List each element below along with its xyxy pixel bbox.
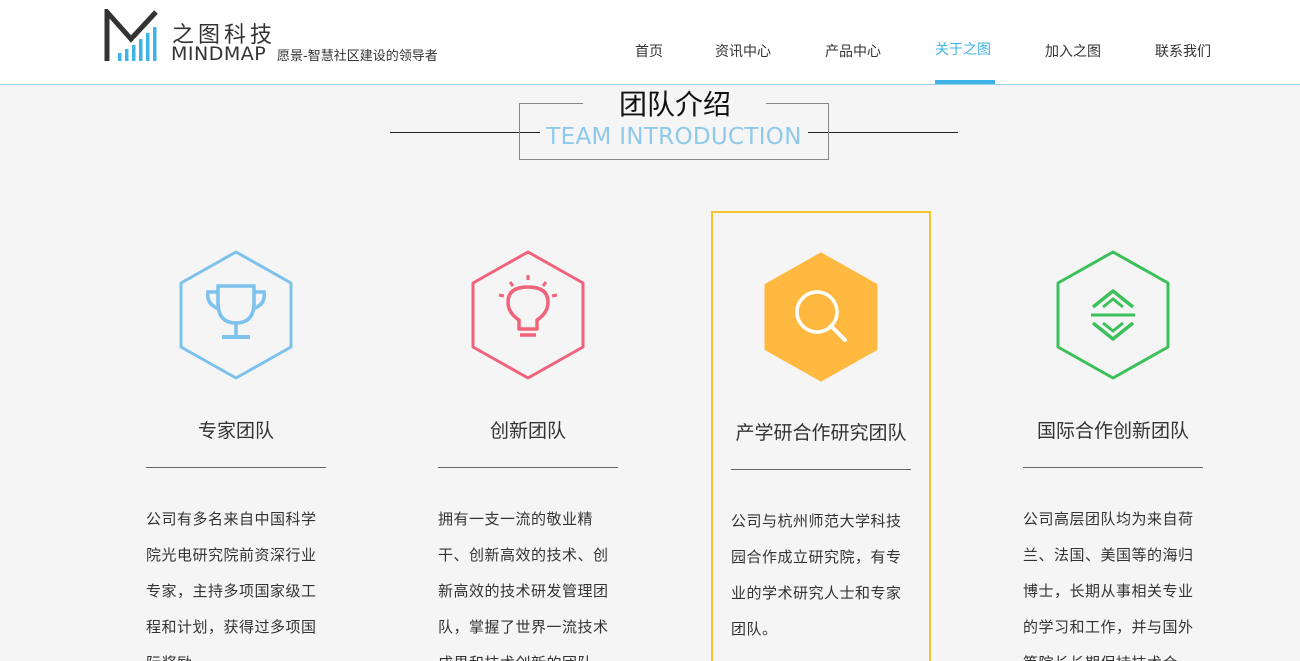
team-card-international[interactable]: 国际合作创新团队 公司高层团队均为来自荷兰、法国、美国等的海归博士，长期从事相关… bbox=[1023, 211, 1243, 661]
card-divider bbox=[731, 469, 911, 470]
card-divider bbox=[146, 467, 326, 468]
team-card-experts[interactable]: 专家团队 公司有多名来自中国科学院光电研究院前资深行业专家，主持多项国家级工程和… bbox=[146, 211, 366, 661]
card-description: 公司与杭州师范大学科技园合作成立研究院，有专业的学术研究人士和专家团队。 bbox=[731, 512, 902, 638]
title-rule-right bbox=[808, 132, 958, 133]
logo[interactable]: 之图科技 MINDMAP 愿景-智慧社区建设的领导者 bbox=[104, 8, 464, 72]
card-description: 公司高层团队均为来自荷兰、法国、美国等的海归博士，长期从事相关专业的学习和工作，… bbox=[1023, 510, 1194, 661]
nav-item-join[interactable]: 加入之图 bbox=[1045, 43, 1101, 61]
card-title: 国际合作创新团队 bbox=[1036, 420, 1189, 442]
nav-active-indicator bbox=[935, 80, 995, 84]
nav-item-news[interactable]: 资讯中心 bbox=[715, 43, 771, 61]
section-title: 团队介绍 bbox=[618, 88, 731, 121]
site-header: 之图科技 MINDMAP 愿景-智慧社区建设的领导者 首页 资讯中心 产品中心 … bbox=[0, 0, 1300, 85]
brand-name-en: MINDMAP bbox=[171, 43, 267, 65]
mindmap-logo-icon bbox=[104, 9, 158, 61]
card-description: 公司有多名来自中国科学院光电研究院前资深行业专家，主持多项国家级工程和计划，获得… bbox=[146, 510, 317, 661]
card-title: 专家团队 bbox=[197, 420, 274, 442]
team-card-innovation[interactable]: 创新团队 拥有一支一流的敬业精干、创新高效的技术、创新高效的技术研发管理团队，掌… bbox=[438, 211, 658, 661]
search-icon bbox=[764, 252, 878, 382]
brand-slogan: 愿景-智慧社区建设的领导者 bbox=[277, 49, 438, 64]
nav-item-home[interactable]: 首页 bbox=[635, 43, 663, 61]
card-divider bbox=[438, 467, 618, 468]
section-subtitle: TEAM INTRODUCTION bbox=[546, 124, 802, 150]
lightbulb-icon bbox=[471, 250, 585, 380]
exchange-icon bbox=[1056, 250, 1170, 380]
card-divider bbox=[1023, 467, 1203, 468]
card-title: 创新团队 bbox=[489, 420, 566, 442]
card-title: 产学研合作研究团队 bbox=[735, 422, 907, 444]
title-rule-left bbox=[390, 132, 540, 133]
nav-item-about[interactable]: 关于之图 bbox=[935, 41, 991, 59]
trophy-icon bbox=[179, 250, 293, 380]
team-card-research[interactable]: 产学研合作研究团队 公司与杭州师范大学科技园合作成立研究院，有专业的学术研究人士… bbox=[711, 211, 931, 661]
card-description: 拥有一支一流的敬业精干、创新高效的技术、创新高效的技术研发管理团队，掌握了世界一… bbox=[438, 510, 609, 661]
nav-item-contact[interactable]: 联系我们 bbox=[1155, 43, 1211, 61]
nav-item-products[interactable]: 产品中心 bbox=[825, 43, 881, 61]
